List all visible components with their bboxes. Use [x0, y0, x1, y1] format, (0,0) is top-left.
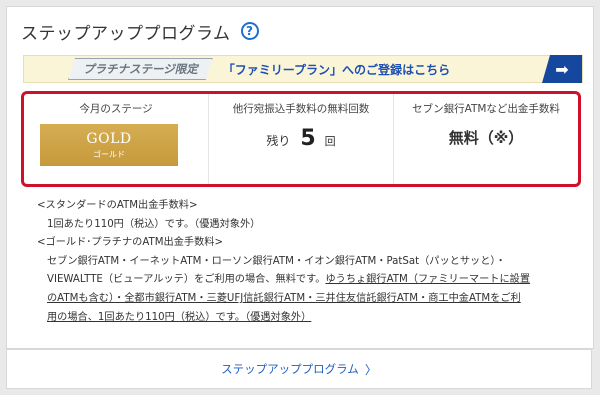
arrow-right-icon[interactable]: ➡ [542, 55, 582, 83]
platinum-limited-tag: プラチナステージ限定 [68, 58, 213, 80]
remaining-suffix: 回 [324, 135, 336, 148]
gold-fee-line-2-underlined: ゆうちょ銀行ATM（ファミリーマートに設置 [325, 274, 531, 286]
chevron-right-icon[interactable]: 〉 [365, 361, 377, 378]
section-header: ステップアッププログラム ? [21, 19, 259, 44]
atm-fee-cell: セブン銀行ATMなど出金手数料 無料（※） [393, 94, 578, 184]
standard-fee-body: 1回あたり110円（税込）です。（優遇対象外） [47, 218, 261, 230]
stepup-program-link[interactable]: ステップアッププログラム [221, 361, 359, 377]
atm-fee-value: 無料（※） [448, 129, 524, 147]
transfer-free-count-label: 他行宛振込手数料の無料回数 [232, 103, 370, 115]
gold-fee-line-3: のATMも含む）・全都市銀行ATM・三菱UFJ信託銀行ATM・三井住友信託銀行A… [47, 292, 521, 304]
footer-bar: ステップアッププログラム 〉 [6, 349, 592, 389]
transfer-free-count-cell: 他行宛振込手数料の無料回数 残り 5 回 [208, 94, 393, 184]
family-plan-banner[interactable]: プラチナステージ限定 「ファミリープラン」へのご登録はこちら ➡ [23, 55, 583, 83]
current-stage-cell: 今月のステージ GOLD ゴールド [24, 94, 208, 184]
gold-fee-line-1: セブン銀行ATM・イーネットATM・ローソン銀行ATM・イオン銀行ATM・Pat… [47, 255, 506, 267]
section-title: ステップアッププログラム [21, 23, 231, 44]
gold-fee-line-2: VIEWALTTE（ビューアルッテ）をご利用の場合、無料です。ゆうちょ銀行ATM… [37, 271, 587, 290]
help-icon[interactable]: ? [240, 22, 259, 40]
atm-fee-label: セブン銀行ATMなど出金手数料 [412, 103, 560, 115]
atm-fee-notes: <スタンダードのATM出金手数料> 1回あたり110円（税込）です。（優遇対象外… [37, 197, 587, 327]
current-stage-label: 今月のステージ [79, 103, 153, 115]
remaining-count: 残り 5 回 [209, 126, 393, 151]
gold-stage-badge: GOLD ゴールド [40, 124, 178, 166]
gold-fee-line-4: 用の場合、1回あたり110円（税込）です。（優遇対象外） [47, 311, 312, 323]
stepup-program-card: ステップアッププログラム ? プラチナステージ限定 「ファミリープラン」へのご登… [6, 6, 594, 349]
remaining-prefix: 残り [266, 134, 291, 148]
family-plan-link[interactable]: 「ファミリープラン」へのご登録はこちら [223, 61, 450, 78]
remaining-number: 5 [300, 126, 316, 151]
standard-fee-title: <スタンダードのATM出金手数料> [37, 200, 198, 211]
stage-summary-panel: 今月のステージ GOLD ゴールド 他行宛振込手数料の無料回数 残り 5 回 セ… [21, 91, 581, 187]
gold-fee-title: <ゴールド･プラチナのATM出金手数料> [37, 237, 223, 249]
gold-fee-line-2-text: VIEWALTTE（ビューアルッテ）をご利用の場合、無料です。 [47, 274, 326, 286]
stage-name-kana: ゴールド [93, 149, 125, 159]
stage-name: GOLD [86, 130, 132, 147]
